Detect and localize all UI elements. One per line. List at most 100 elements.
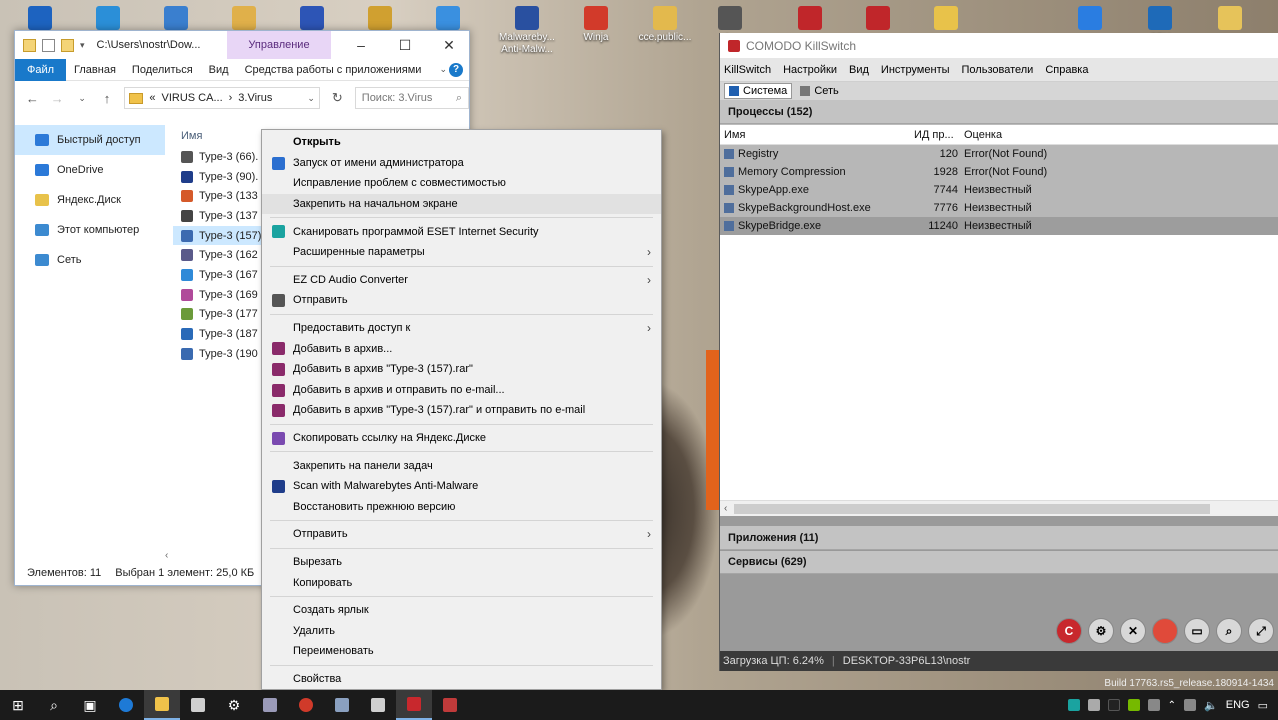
tab-network[interactable]: Сеть (796, 83, 842, 99)
nvidia-icon[interactable] (1127, 699, 1140, 711)
recent-dropdown-icon[interactable]: ⌄ (75, 93, 90, 104)
address-segment[interactable]: 3.Virus (238, 92, 272, 104)
monitor-icon[interactable]: ▭ (1184, 618, 1210, 644)
task-view-icon[interactable]: ▣ (72, 690, 108, 720)
comodo-c-icon[interactable]: C (1056, 618, 1082, 644)
desktop-shortcut[interactable] (350, 6, 410, 32)
menu-item[interactable]: Исправление проблем с совместимостью (262, 173, 661, 194)
app-icon[interactable] (252, 690, 288, 720)
desktop-shortcut[interactable]: Winja (566, 6, 626, 44)
desktop-shortcut[interactable] (848, 6, 908, 32)
menu-item[interactable]: Сканировать программой ESET Internet Sec… (262, 221, 661, 242)
calculator-icon[interactable] (360, 690, 396, 720)
sidebar-item[interactable]: Яндекс.Диск (15, 185, 165, 215)
services-section-header[interactable]: Сервисы (629) (720, 550, 1278, 574)
app-icon[interactable] (324, 690, 360, 720)
explorer-taskbar-icon[interactable] (144, 690, 180, 720)
desktop-shortcut[interactable] (282, 6, 342, 32)
edge-icon[interactable] (108, 690, 144, 720)
notification-icon[interactable]: ▭ (1258, 699, 1268, 712)
mail-icon[interactable] (180, 690, 216, 720)
comodo-taskbar-icon[interactable] (396, 690, 432, 720)
process-row[interactable]: SkypeApp.exe 7744 Неизвестный (720, 181, 1278, 199)
menu-item[interactable]: Добавить в архив и отправить по e-mail..… (262, 380, 661, 401)
app-icon[interactable] (432, 690, 468, 720)
menu-item[interactable]: Восстановить прежнюю версию (262, 497, 661, 518)
menu-0[interactable]: KillSwitch (724, 64, 771, 76)
comodo-titlebar[interactable]: COMODO KillSwitch (720, 33, 1278, 58)
menu-1[interactable]: Настройки (783, 64, 837, 76)
close-button[interactable]: ✕ (427, 31, 471, 59)
search-icon[interactable]: ⌕ (1216, 618, 1242, 644)
column-name[interactable]: Имя (720, 129, 914, 141)
address-dropdown-icon[interactable]: ⌄ (307, 93, 315, 104)
menu-item[interactable]: Предоставить доступ к › (262, 318, 661, 339)
process-row[interactable]: SkypeBridge.exe 11240 Неизвестный (720, 217, 1278, 235)
tray-icon[interactable] (1107, 699, 1120, 711)
network-icon[interactable] (1184, 699, 1197, 711)
search-icon[interactable]: ⌕ (36, 690, 72, 720)
search-input[interactable]: Поиск: 3.Virus ⌕ (354, 87, 469, 109)
language-indicator[interactable]: ENG (1226, 699, 1250, 711)
menu-item[interactable]: Создать ярлык (262, 600, 661, 621)
column-pid[interactable]: ИД пр... (914, 129, 962, 141)
tab-home[interactable]: Главная (66, 59, 124, 81)
app-icon[interactable] (288, 690, 324, 720)
menu-3[interactable]: Инструменты (881, 64, 950, 76)
tools-icon[interactable]: ✕ (1120, 618, 1146, 644)
menu-item[interactable]: Свойства (262, 669, 661, 690)
process-row[interactable]: Memory Compression 1928 Error(Not Found) (720, 163, 1278, 181)
menu-item[interactable]: Вырезать (262, 552, 661, 573)
address-segment[interactable]: VIRUS CA... (162, 92, 223, 104)
desktop-shortcut[interactable] (146, 6, 206, 32)
menu-5[interactable]: Справка (1045, 64, 1088, 76)
desktop-shortcut[interactable]: cce.public... (635, 6, 695, 44)
sidebar-item[interactable]: OneDrive (15, 155, 165, 185)
menu-4[interactable]: Пользователи (962, 64, 1034, 76)
scroll-left-icon[interactable]: ‹ (724, 503, 727, 514)
process-row[interactable]: Registry 120 Error(Not Found) (720, 145, 1278, 163)
desktop-shortcut[interactable] (10, 6, 70, 32)
tab-file[interactable]: Файл (15, 58, 67, 81)
process-row[interactable]: SkypeBackgroundHost.exe 7776 Неизвестный (720, 199, 1278, 217)
sidebar-item[interactable]: Сеть (15, 245, 165, 275)
refresh-icon[interactable]: ↻ (330, 90, 345, 106)
menu-item[interactable]: Скопировать ссылку на Яндекс.Диске (262, 428, 661, 449)
menu-item[interactable]: Отправить › (262, 524, 661, 545)
start-windows-icon[interactable]: ⊞ (0, 690, 36, 720)
up-arrow-icon[interactable]: ↑ (100, 91, 115, 106)
address-bar[interactable]: « VIRUS CA... › 3.Virus ⌄ (124, 87, 320, 109)
maximize-button[interactable]: ☐ (383, 31, 427, 59)
menu-item[interactable]: Переименовать (262, 641, 661, 662)
applications-section-header[interactable]: Приложения (11) (720, 526, 1278, 550)
folder-icon[interactable] (23, 38, 36, 52)
desktop-shortcut[interactable] (916, 6, 976, 32)
scrollbar-thumb[interactable] (734, 503, 1210, 514)
processes-section-header[interactable]: Процессы (152) (720, 100, 1278, 124)
desktop-shortcut[interactable] (780, 6, 840, 32)
menu-item[interactable]: Добавить в архив "Type-3 (157).rar" и от… (262, 400, 661, 421)
tab-app-tools[interactable]: Средства работы с приложениями (237, 59, 430, 81)
expand-icon[interactable]: ⤢ (1248, 618, 1274, 644)
menu-item[interactable]: Запуск от имени администратора (262, 153, 661, 174)
tab-system[interactable]: Система (724, 83, 793, 99)
menu-2[interactable]: Вид (849, 64, 869, 76)
column-rating[interactable]: Оценка (962, 129, 1002, 141)
menu-item[interactable]: EZ CD Audio Converter › (262, 270, 661, 291)
minimize-button[interactable]: – (339, 31, 383, 59)
new-folder-icon[interactable] (61, 38, 74, 52)
desktop-shortcut[interactable] (1200, 6, 1260, 32)
process-table-scrollbar[interactable]: ‹ (720, 500, 1278, 516)
desktop-shortcut[interactable]: Malwareby... Anti-Malw... (497, 6, 557, 56)
volume-icon[interactable]: 🔈 (1204, 699, 1218, 712)
menu-item[interactable]: Копировать (262, 572, 661, 593)
desktop-shortcut[interactable] (78, 6, 138, 32)
explorer-titlebar[interactable]: ▾ C:\Users\nostr\Dow... Управление – ☐ ✕ (15, 31, 469, 59)
help-icon[interactable]: ? (449, 62, 463, 77)
tray-icon[interactable] (1087, 699, 1100, 711)
tab-share[interactable]: Поделиться (124, 59, 201, 81)
tab-view[interactable]: Вид (201, 59, 237, 81)
ribbon-expand-icon[interactable]: ⌄ (439, 64, 447, 75)
menu-item[interactable]: Закрепить на панели задач (262, 455, 661, 476)
settings-icon[interactable]: ⚙ (216, 690, 252, 720)
